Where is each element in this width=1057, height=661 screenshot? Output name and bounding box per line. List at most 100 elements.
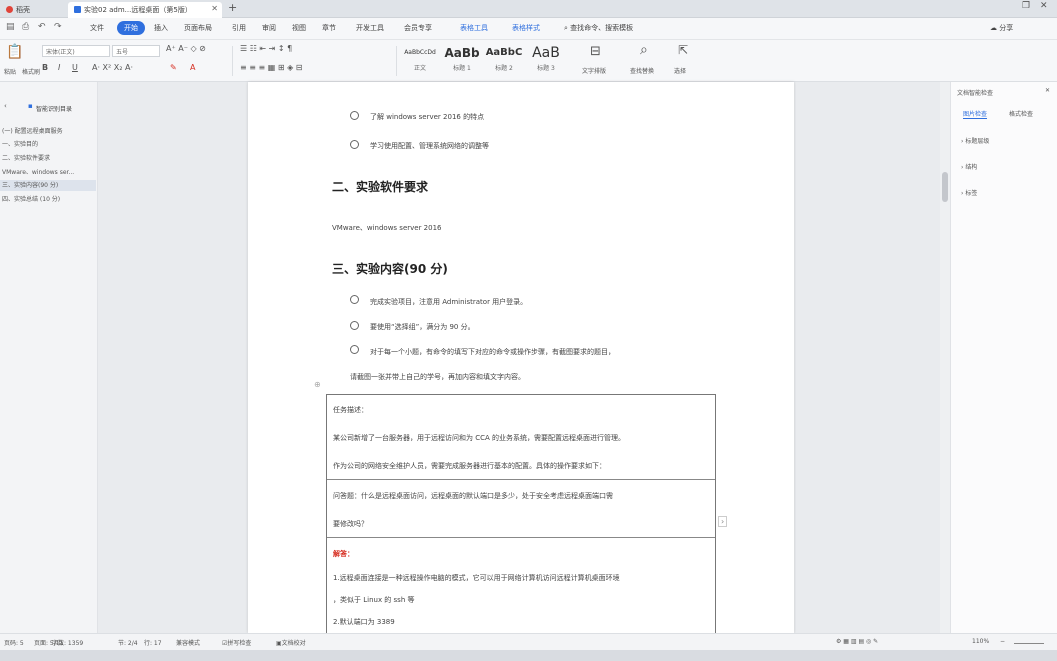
nav-item-selected[interactable]: 三、实验内容(90 分): [0, 180, 96, 191]
text-tools-icon[interactable]: ⊟: [590, 44, 601, 59]
align-icons[interactable]: ≡ ≡ ≡ ▦ ⊞ ◈ ⊟: [240, 63, 302, 72]
heading-software-requirements: 二、实验软件要求: [332, 180, 429, 194]
nav-item[interactable]: 一、实验目的: [0, 139, 96, 150]
list-icons[interactable]: ☰ ☷ ⇤ ⇥ ↕ ¶: [240, 44, 292, 53]
find-replace-icon[interactable]: ⌕: [640, 42, 648, 58]
collapse-nav-icon[interactable]: ‹: [4, 102, 7, 110]
table-task-title: 任务描述：: [333, 406, 368, 414]
wps-logo-icon: [6, 6, 13, 13]
font-size-select[interactable]: 五号: [112, 45, 160, 57]
tab-home[interactable]: 稻壳: [0, 2, 60, 18]
doc-content-2: 要使用“选择组”，满分为 90 分。: [370, 323, 475, 331]
select-label[interactable]: 选择: [674, 66, 686, 75]
undo-icon[interactable]: ↶: [38, 22, 46, 32]
menu-review[interactable]: 审阅: [262, 23, 276, 33]
menu-developer[interactable]: 开发工具: [356, 23, 384, 33]
menu-view[interactable]: 视图: [292, 23, 306, 33]
share-button[interactable]: ☁ 分享: [990, 23, 1013, 33]
menu-file[interactable]: 文件: [90, 23, 104, 33]
view-mode-icons[interactable]: ⚙ ▦ ▥ ▤ ◎ ✎: [836, 638, 878, 645]
tab-document[interactable]: 实验02 adm...远程桌面（第5版） ✕: [68, 2, 222, 18]
new-tab-icon[interactable]: +: [228, 1, 237, 14]
table-move-handle-icon[interactable]: ⊕: [314, 380, 321, 389]
nav-item[interactable]: 二、实验软件要求: [0, 153, 96, 164]
scrollbar-thumb[interactable]: [942, 172, 948, 202]
save-icon[interactable]: ▤: [6, 22, 15, 32]
spell-check-toggle[interactable]: ☑拼写检查: [222, 638, 251, 647]
nav-item[interactable]: VMware、windows ser...: [0, 167, 96, 178]
tab-format-check[interactable]: 格式检查: [1009, 109, 1033, 118]
underline-icon[interactable]: U: [72, 63, 78, 72]
redo-icon[interactable]: ↷: [54, 22, 62, 32]
doc-content-3: 对于每一个小题，有命令的填写下对应的命令或操作步骤，有截图要求的题目，: [370, 348, 615, 356]
document-check-pane: 文档智能检查 ✕ 图片检查 格式检查 › 标题层级 › 结构 › 标签: [950, 82, 1057, 633]
table-row-divider: [327, 537, 715, 538]
tab-home-label: 稻壳: [16, 6, 30, 14]
zoom-level[interactable]: 110%: [972, 638, 989, 645]
style-normal[interactable]: AaBbCcDd 正文: [398, 43, 442, 77]
menu-member[interactable]: 会员专享: [404, 23, 432, 33]
document-page[interactable]: 了解 windows server 2016 的特点 学习使用配置、管理系统网络…: [248, 82, 794, 639]
menu-table-tools[interactable]: 表格工具: [460, 23, 488, 33]
font-size-controls-icon[interactable]: A⁺ A⁻ ◇ ⊘: [166, 44, 206, 53]
menu-insert[interactable]: 插入: [154, 23, 168, 33]
doc-bullet-2: 学习使用配置、管理系统网络的调整等: [370, 142, 489, 150]
os-taskbar: [0, 650, 1057, 661]
style-heading-1-sample: AaBb: [444, 46, 480, 60]
format-painter-label[interactable]: 格式刷: [22, 67, 40, 76]
doc-content-1: 完成实验项目，注意用 Administrator 用户登录。: [370, 298, 528, 306]
close-tab-icon[interactable]: ✕: [211, 4, 218, 13]
toc-icon: ▪: [28, 102, 33, 110]
menu-sections[interactable]: 章节: [322, 23, 336, 33]
menu-home[interactable]: 开始: [117, 21, 145, 35]
font-color-icon[interactable]: A: [190, 63, 195, 72]
tab-image-check[interactable]: 图片检查: [963, 109, 988, 119]
status-bar: 页码: 5 页面: 5/11 字数: 1359 节: 2/4 行: 17 兼容模…: [0, 633, 1057, 650]
font-effects-icon[interactable]: A· X² X₂ A·: [92, 63, 133, 72]
style-normal-name: 正文: [413, 65, 426, 72]
close-window-icon[interactable]: ✕: [1040, 1, 1048, 11]
vertical-scrollbar[interactable]: [940, 82, 950, 633]
right-pane-item[interactable]: › 标题层级: [961, 136, 989, 145]
font-family-select[interactable]: 宋体(正文): [42, 45, 110, 57]
menu-table-style[interactable]: 表格样式: [512, 23, 540, 33]
style-heading-1-name: 标题 1: [453, 65, 471, 72]
tab-bar: 稻壳 实验02 adm...远程桌面（第5版） ✕ + ❐ ✕: [0, 0, 1057, 18]
style-heading-1[interactable]: AaBb 标题 1: [440, 43, 484, 77]
status-word-count[interactable]: 字数: 1359: [52, 638, 83, 647]
search-commands[interactable]: ⌕ 查找命令、搜索模板: [564, 23, 633, 33]
find-replace-label[interactable]: 查找替换: [630, 66, 654, 75]
table-answer-line-1: 1.远程桌面连接是一种远程操作电脑的模式，它可以用于网络计算机访问远程计算机桌面…: [333, 574, 620, 582]
status-row: 行: 17: [144, 640, 162, 647]
table-question-line-2: 要修改吗？: [333, 520, 368, 528]
doc-check-toggle[interactable]: ▣文档校对: [276, 638, 306, 647]
style-heading-2-sample: AaBbC: [485, 47, 523, 58]
nav-item[interactable]: 四、实验总结 (10 分): [0, 194, 96, 205]
status-compat: 兼容模式: [176, 640, 201, 647]
print-icon[interactable]: ⎙: [22, 22, 29, 32]
right-pane-item[interactable]: › 结构: [961, 162, 977, 171]
status-page-number: 页码: 5: [4, 640, 24, 647]
menu-references[interactable]: 引用: [232, 23, 246, 33]
bold-icon[interactable]: B: [42, 63, 48, 72]
text-tools-label[interactable]: 文字排版: [582, 66, 606, 75]
ribbon-separator: [232, 46, 233, 76]
right-pane-item[interactable]: › 标签: [961, 188, 977, 197]
table-add-column-icon[interactable]: ›: [718, 516, 728, 527]
bullet-icon: [350, 321, 359, 330]
nav-item[interactable]: (一) 配置远程桌面服务: [0, 126, 96, 137]
select-cursor-icon[interactable]: ⇱: [678, 43, 688, 57]
style-heading-2[interactable]: AaBbC 标题 2: [482, 43, 526, 77]
share-label: 分享: [999, 24, 1014, 32]
highlight-icon[interactable]: ✎: [170, 63, 177, 72]
right-pane-title: 文档智能检查: [957, 90, 994, 97]
style-heading-3[interactable]: AaB 标题 3: [524, 43, 568, 77]
zoom-out-icon[interactable]: −: [1000, 638, 1005, 645]
zoom-slider[interactable]: [1014, 643, 1044, 644]
bullet-icon: [350, 111, 359, 120]
menu-page-layout[interactable]: 页面布局: [184, 23, 212, 33]
restore-window-icon[interactable]: ❐: [1022, 1, 1030, 11]
paste-icon[interactable]: 📋: [6, 44, 23, 60]
right-pane-close-icon[interactable]: ✕: [1045, 87, 1050, 94]
italic-icon[interactable]: I: [58, 63, 60, 72]
